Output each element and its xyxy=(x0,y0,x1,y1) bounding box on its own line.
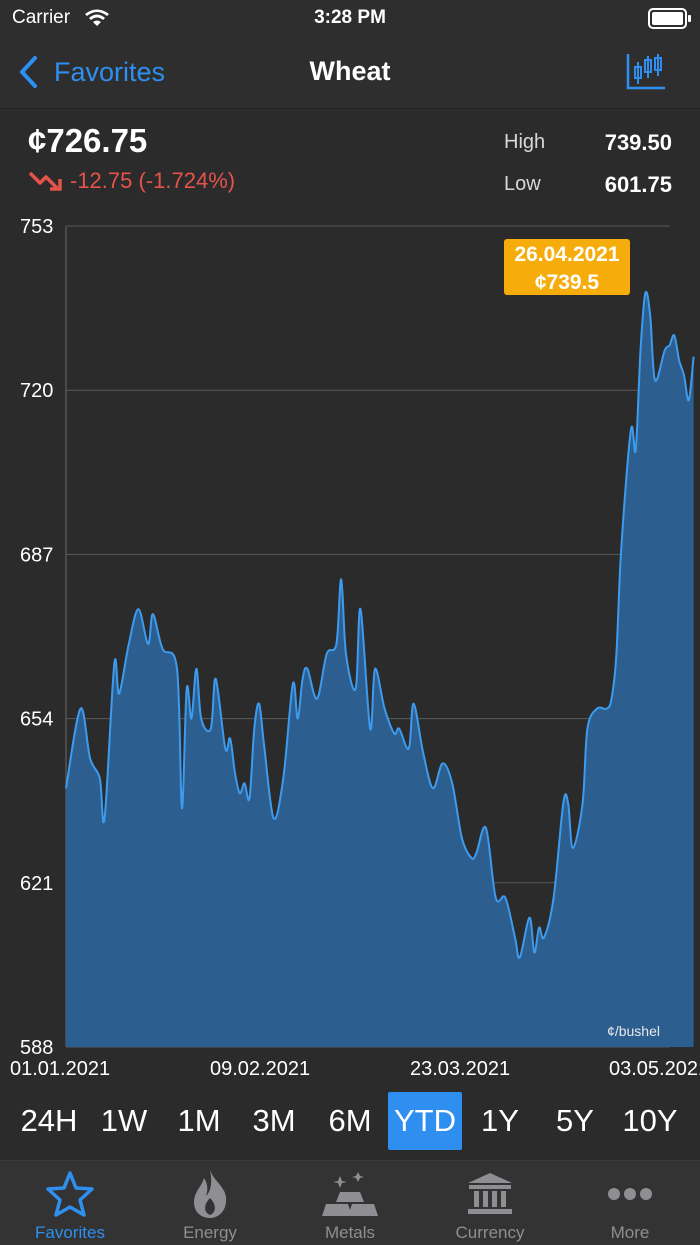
range-option-ytd[interactable]: YTD xyxy=(388,1092,462,1150)
status-bar: Carrier 3:28 PM xyxy=(0,0,700,38)
price-change: -12.75 (-1.724%) xyxy=(28,168,235,194)
y-tick-label: 654 xyxy=(20,709,53,731)
x-tick-label: 23.03.2021 xyxy=(410,1058,510,1080)
range-option-1m[interactable]: 1M xyxy=(162,1092,236,1150)
low-value: 601.75 xyxy=(604,172,672,197)
tooltip: 26.04.2021 ¢739.5 xyxy=(504,239,630,295)
y-tick-label: 687 xyxy=(20,544,53,566)
x-tick-label: 01.01.2021 xyxy=(10,1058,110,1080)
battery-icon xyxy=(648,8,691,29)
tab-label: Favorites xyxy=(35,1223,105,1242)
current-price: ¢726.75 xyxy=(28,122,148,159)
x-tick-label: 09.02.2021 xyxy=(210,1058,310,1080)
tab-label: More xyxy=(610,1223,650,1242)
star-icon xyxy=(40,1167,100,1221)
tab-label: Metals xyxy=(324,1223,376,1242)
tab-metals[interactable]: Metals xyxy=(280,1161,420,1245)
range-option-5y[interactable]: 5Y xyxy=(538,1092,612,1150)
y-tick-label: 588 xyxy=(20,1037,53,1059)
range-option-1w[interactable]: 1W xyxy=(87,1092,161,1150)
price-change-text: -12.75 (-1.724%) xyxy=(70,168,236,193)
range-option-6m[interactable]: 6M xyxy=(313,1092,387,1150)
trend-down-icon xyxy=(28,171,62,191)
range-option-3m[interactable]: 3M xyxy=(237,1092,311,1150)
price-chart[interactable]: 753 720 687 654 621 588 01.01.2021 09.02.2021 2… xyxy=(0,205,700,1085)
range-option-24h[interactable]: 24H xyxy=(12,1092,86,1150)
more-dots-icon xyxy=(600,1167,660,1221)
tooltip-value: ¢739.5 xyxy=(535,271,600,294)
x-tick-label: 03.05.2021 xyxy=(609,1058,700,1080)
tooltip-date: 26.04.2021 xyxy=(514,243,619,266)
candlestick-chart-icon[interactable] xyxy=(626,52,666,92)
y-tick-label: 753 xyxy=(20,216,53,238)
gold-bars-icon xyxy=(320,1167,380,1221)
tab-bar: Favorites Energy Metals Currency More xyxy=(0,1160,700,1245)
range-selector: 24H 1W 1M 3M 6M YTD 1Y 5Y 10Y xyxy=(0,1090,700,1152)
high-label: High xyxy=(504,131,546,153)
tab-more[interactable]: More xyxy=(560,1161,700,1245)
range-option-1y[interactable]: 1Y xyxy=(463,1092,537,1150)
unit-label: ¢/bushel xyxy=(607,1023,660,1039)
navigation-bar: Favorites Wheat xyxy=(0,38,700,109)
tab-favorites[interactable]: Favorites xyxy=(0,1161,140,1245)
y-tick-label: 720 xyxy=(20,380,53,402)
tab-label: Energy xyxy=(183,1223,237,1242)
low-label: Low xyxy=(504,173,541,195)
bank-icon xyxy=(460,1167,520,1221)
range-option-10y[interactable]: 10Y xyxy=(613,1092,687,1150)
tab-label: Currency xyxy=(455,1223,525,1242)
tab-currency[interactable]: Currency xyxy=(420,1161,560,1245)
tab-energy[interactable]: Energy xyxy=(140,1161,280,1245)
high-value: 739.50 xyxy=(604,130,672,155)
page-title: Wheat xyxy=(309,56,391,86)
clock: 3:28 PM xyxy=(314,7,386,28)
y-tick-label: 621 xyxy=(20,873,53,895)
flame-icon xyxy=(180,1167,240,1221)
